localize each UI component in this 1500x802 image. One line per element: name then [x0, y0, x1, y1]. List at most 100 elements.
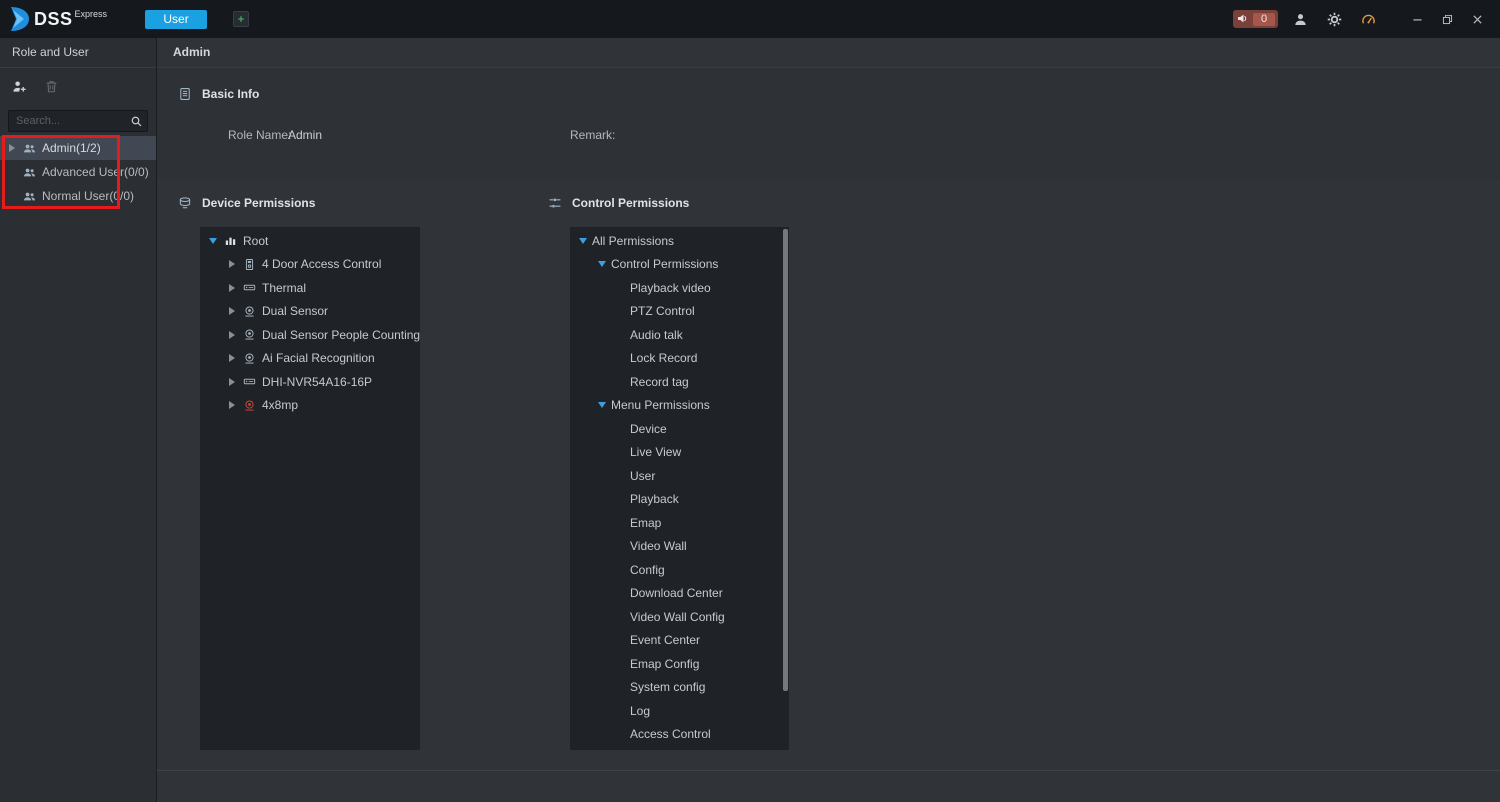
- minimize-button[interactable]: [1406, 8, 1428, 30]
- alarm-count-badge: 0: [1253, 13, 1275, 26]
- page-title: Admin: [157, 38, 1500, 68]
- role-label: Admin(1/2): [42, 141, 101, 155]
- add-tab-button[interactable]: [233, 11, 249, 27]
- tab-user[interactable]: User: [145, 10, 207, 29]
- tree-node[interactable]: Dual Sensor: [200, 300, 420, 324]
- basic-info-band: [157, 68, 1500, 180]
- settings-button[interactable]: [1322, 7, 1346, 31]
- tree-node-label: Playback video: [630, 281, 711, 295]
- arrow-spacer: [614, 352, 627, 365]
- gear-icon: [1327, 12, 1342, 27]
- access-controller-icon: [241, 256, 257, 272]
- tree-node[interactable]: Access Control: [570, 723, 789, 747]
- chevron-right-icon[interactable]: [5, 142, 18, 155]
- arrow-spacer: [614, 540, 627, 553]
- device-permissions-title: Device Permissions: [202, 196, 315, 210]
- tree-node[interactable]: Emap Config: [570, 652, 789, 676]
- arrow-spacer: [614, 305, 627, 318]
- restore-icon: [1441, 13, 1454, 26]
- restore-button[interactable]: [1436, 8, 1458, 30]
- role-users-icon: [21, 164, 37, 180]
- chevron-right-icon[interactable]: [225, 352, 238, 365]
- tree-node[interactable]: Dual Sensor People Counting: [200, 323, 420, 347]
- chevron-right-icon[interactable]: [225, 399, 238, 412]
- tree-node[interactable]: User: [570, 464, 789, 488]
- tree-node[interactable]: Event Center: [570, 629, 789, 653]
- control-permissions-title: Control Permissions: [572, 196, 689, 210]
- tree-node[interactable]: Lock Record: [570, 347, 789, 371]
- chevron-down-icon[interactable]: [595, 399, 608, 412]
- delete-role-button[interactable]: [42, 77, 60, 95]
- tree-node[interactable]: System config: [570, 676, 789, 700]
- chevron-right-icon[interactable]: [225, 375, 238, 388]
- tree-node[interactable]: Live View: [570, 441, 789, 465]
- scrollbar: [783, 229, 788, 748]
- tree-node[interactable]: Playback: [570, 488, 789, 512]
- tree-node[interactable]: Record tag: [570, 370, 789, 394]
- tree-node[interactable]: Device: [570, 417, 789, 441]
- performance-gauge-icon: [1361, 12, 1376, 27]
- sidebar: Role and User Admin(1/2) Advanced User(0/…: [0, 38, 157, 802]
- chevron-right-icon[interactable]: [225, 328, 238, 341]
- role-label: Normal User(0/0): [42, 189, 134, 203]
- tree-node[interactable]: Menu Permissions: [570, 394, 789, 418]
- chevron-down-icon[interactable]: [576, 234, 589, 247]
- nvr-icon: [241, 280, 257, 296]
- bottom-divider: [157, 770, 1500, 771]
- tree-node-label: Ai Facial Recognition: [262, 351, 375, 365]
- add-role-button[interactable]: [10, 77, 28, 95]
- arrow-spacer: [614, 328, 627, 341]
- role-item-normal-user[interactable]: Normal User(0/0): [0, 184, 156, 208]
- performance-button[interactable]: [1356, 7, 1380, 31]
- role-name-label: Role Name:: [228, 128, 291, 142]
- chevron-right-icon[interactable]: [225, 305, 238, 318]
- tree-node[interactable]: Emap: [570, 511, 789, 535]
- search-icon[interactable]: [125, 111, 147, 131]
- tree-node-label: Emap: [630, 516, 661, 530]
- tree-node[interactable]: Video Wall Config: [570, 605, 789, 629]
- tree-node[interactable]: Config: [570, 558, 789, 582]
- basic-info-section-header: Basic Info: [177, 86, 259, 102]
- tree-node[interactable]: Playback video: [570, 276, 789, 300]
- close-button[interactable]: [1466, 8, 1488, 30]
- tree-node[interactable]: DHI-NVR54A16-16P: [200, 370, 420, 394]
- tree-node[interactable]: Video Wall: [570, 535, 789, 559]
- tree-node-label: Live View: [630, 445, 681, 459]
- arrow-spacer: [614, 516, 627, 529]
- role-item-advanced-user[interactable]: Advanced User(0/0): [0, 160, 156, 184]
- tree-node[interactable]: Root: [200, 229, 420, 253]
- tree-node[interactable]: Download Center: [570, 582, 789, 606]
- alarm-center-button[interactable]: 0: [1233, 10, 1278, 28]
- account-button[interactable]: [1288, 7, 1312, 31]
- tree-node[interactable]: Log: [570, 699, 789, 723]
- window-controls: [1406, 8, 1488, 30]
- plus-icon: [236, 14, 246, 24]
- search-input[interactable]: [9, 115, 125, 127]
- control-permissions-section-header: Control Permissions: [547, 195, 689, 211]
- tree-node-label: Lock Record: [630, 351, 697, 365]
- tree-node-label: Record tag: [630, 375, 689, 389]
- tree-node-label: Access Control: [630, 727, 711, 741]
- chevron-right-icon[interactable]: [225, 258, 238, 271]
- role-name-value: Admin: [288, 128, 322, 142]
- tree-node[interactable]: 4x8mp: [200, 394, 420, 418]
- nvr-icon: [241, 374, 257, 390]
- scrollbar-thumb[interactable]: [783, 229, 788, 691]
- tree-node[interactable]: Control Permissions: [570, 253, 789, 277]
- chevron-down-icon[interactable]: [206, 234, 219, 247]
- main-panel: Admin Basic Info Role Name: Admin Remark…: [157, 38, 1500, 802]
- arrow-spacer: [614, 610, 627, 623]
- tree-node[interactable]: Audio talk: [570, 323, 789, 347]
- tree-node[interactable]: All Permissions: [570, 229, 789, 253]
- logo-text: DSS: [34, 6, 73, 32]
- tree-node[interactable]: 4 Door Access Control: [200, 253, 420, 277]
- tree-node-label: Playback: [630, 492, 679, 506]
- chevron-right-icon[interactable]: [225, 281, 238, 294]
- chevron-down-icon[interactable]: [595, 258, 608, 271]
- tree-node[interactable]: Ai Facial Recognition: [200, 347, 420, 371]
- sidebar-title: Role and User: [0, 38, 156, 68]
- tree-node[interactable]: PTZ Control: [570, 300, 789, 324]
- role-item-admin[interactable]: Admin(1/2): [0, 136, 156, 160]
- tree-node[interactable]: Thermal: [200, 276, 420, 300]
- device-permissions-tree: Root4 Door Access ControlThermalDual Sen…: [200, 227, 420, 750]
